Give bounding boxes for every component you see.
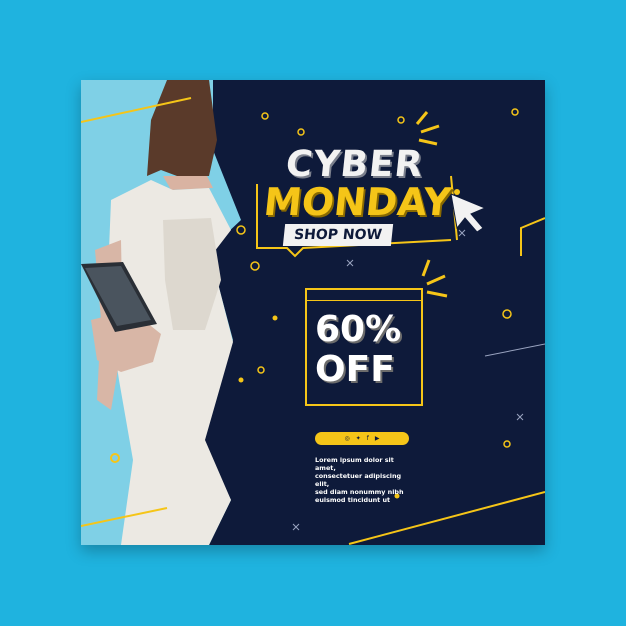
body-line-1: Lorem ipsum dolor sit amet, — [315, 456, 394, 472]
body-line-2: consectetuer adipiscing elit, — [315, 472, 402, 488]
body-line-3: sed diam nonummy nibh — [315, 488, 404, 496]
discount-text: 60% OFF — [315, 310, 415, 390]
headline-monday: MONDAY — [261, 180, 454, 224]
youtube-icon[interactable]: ▶ — [375, 432, 380, 445]
cyber-monday-card: CYBER MONDAY SHOP NOW 60% OFF ◎ ✦ f ▶ Lo… — [81, 80, 545, 545]
instagram-icon[interactable]: ◎ — [344, 432, 349, 445]
body-text: Lorem ipsum dolor sit amet, consectetuer… — [315, 456, 415, 504]
facebook-icon[interactable]: f — [367, 432, 369, 445]
twitter-icon[interactable]: ✦ — [356, 432, 361, 445]
discount-box: 60% OFF — [305, 288, 423, 406]
shop-now-button[interactable]: SHOP NOW — [282, 224, 394, 246]
discount-percent: 60% — [315, 309, 402, 350]
body-line-4: euismod tincidunt ut — [315, 496, 391, 504]
social-bar: ◎ ✦ f ▶ — [315, 432, 409, 445]
discount-box-titlebar — [307, 290, 421, 301]
headline: CYBER MONDAY SHOP NOW — [256, 138, 476, 258]
discount-off: OFF — [315, 349, 395, 390]
headline-cyber: CYBER — [283, 144, 426, 185]
